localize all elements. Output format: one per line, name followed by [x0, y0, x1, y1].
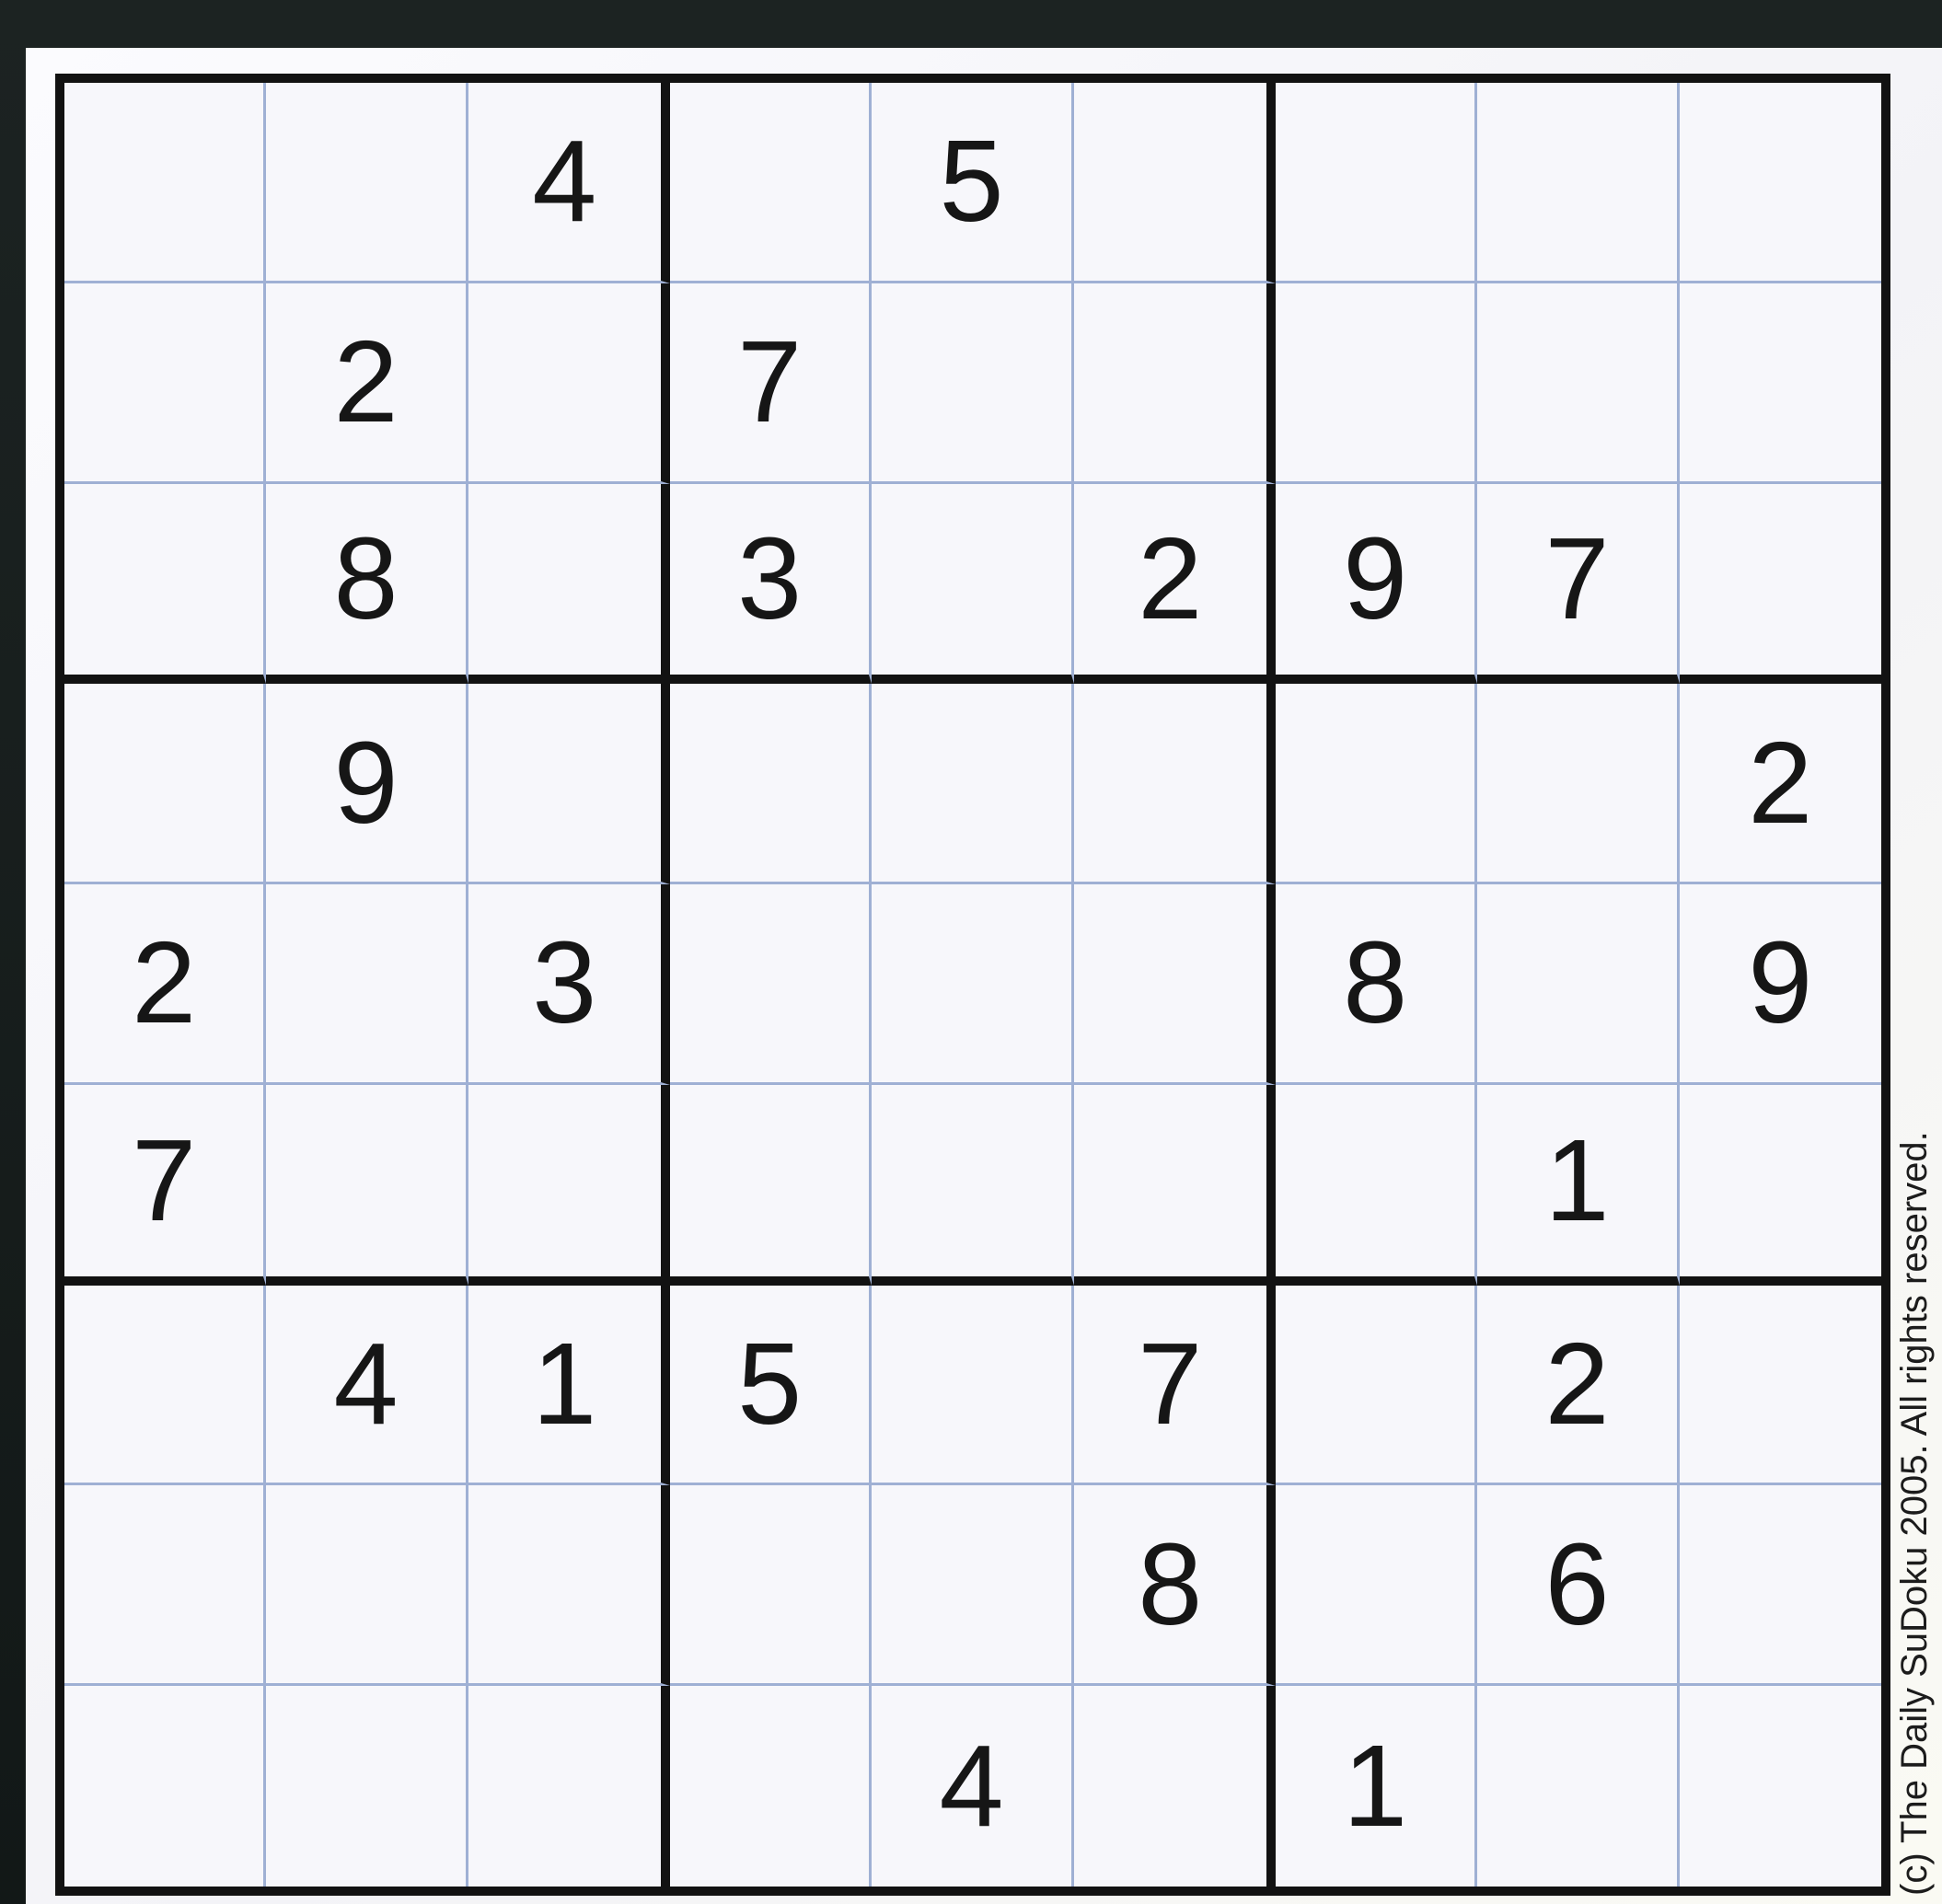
- sudoku-cell-r2c2[interactable]: 2: [266, 283, 468, 484]
- sudoku-cell-r3c6[interactable]: 2: [1073, 483, 1276, 685]
- sudoku-cell-r4c7[interactable]: [1275, 684, 1478, 885]
- sudoku-cell-r4c5[interactable]: [872, 684, 1074, 885]
- sudoku-cell-r4c6[interactable]: [1073, 684, 1276, 885]
- sudoku-cell-r6c6[interactable]: [1073, 1084, 1276, 1286]
- sudoku-cell-r5c3[interactable]: 3: [468, 884, 670, 1085]
- sudoku-cell-r6c5[interactable]: [872, 1084, 1074, 1286]
- sudoku-cell-r2c8[interactable]: [1477, 283, 1680, 484]
- sudoku-cell-r8c1[interactable]: [64, 1485, 267, 1687]
- sudoku-cell-r3c3[interactable]: [468, 483, 670, 685]
- sudoku-cell-r9c5[interactable]: 4: [872, 1686, 1074, 1887]
- sudoku-cell-r8c3[interactable]: [468, 1485, 670, 1687]
- sudoku-cell-r5c2[interactable]: [266, 884, 468, 1085]
- sudoku-cell-r5c5[interactable]: [872, 884, 1074, 1085]
- sudoku-cell-r1c2[interactable]: [266, 83, 468, 283]
- sudoku-cell-r5c7[interactable]: 8: [1275, 884, 1478, 1085]
- sudoku-cell-r6c8[interactable]: 1: [1477, 1084, 1680, 1286]
- sudoku-cell-r2c9[interactable]: [1679, 283, 1881, 484]
- sudoku-cell-r9c3[interactable]: [468, 1686, 670, 1887]
- sudoku-cell-r8c7[interactable]: [1275, 1485, 1478, 1687]
- sudoku-cell-r2c1[interactable]: [64, 283, 267, 484]
- sudoku-cell-r6c2[interactable]: [266, 1084, 468, 1286]
- sudoku-cell-r3c7[interactable]: 9: [1275, 483, 1478, 685]
- sudoku-cell-r8c9[interactable]: [1679, 1485, 1881, 1687]
- sudoku-cell-r7c4[interactable]: 5: [669, 1285, 873, 1486]
- sudoku-cell-r1c9[interactable]: [1679, 83, 1881, 283]
- sudoku-cell-r9c6[interactable]: [1074, 1686, 1276, 1887]
- sudoku-cell-r8c6[interactable]: 8: [1073, 1485, 1276, 1687]
- sudoku-cell-r7c6[interactable]: 7: [1073, 1285, 1276, 1486]
- sudoku-cell-r6c3[interactable]: [468, 1084, 670, 1286]
- sudoku-cell-r2c6[interactable]: [1073, 283, 1276, 484]
- sudoku-cell-r6c4[interactable]: [669, 1084, 873, 1286]
- sudoku-cell-r3c8[interactable]: 7: [1477, 483, 1680, 685]
- sudoku-cell-r4c1[interactable]: [64, 684, 267, 885]
- sudoku-cell-r9c1[interactable]: [64, 1686, 267, 1887]
- sudoku-cell-r6c9[interactable]: [1679, 1085, 1881, 1286]
- sudoku-cell-r3c4[interactable]: 3: [669, 483, 873, 685]
- sudoku-cell-r6c1[interactable]: 7: [64, 1084, 267, 1286]
- sudoku-cell-r7c3[interactable]: 1: [468, 1285, 670, 1486]
- sudoku-cell-r2c5[interactable]: [872, 283, 1074, 484]
- sudoku-cell-r8c5[interactable]: [872, 1485, 1074, 1687]
- sudoku-cell-r2c4[interactable]: 7: [669, 283, 873, 484]
- sudoku-cell-r1c6[interactable]: [1073, 83, 1276, 283]
- sudoku-cell-r5c4[interactable]: [669, 884, 873, 1085]
- sudoku-cell-r5c8[interactable]: [1477, 884, 1680, 1085]
- sudoku-cell-r3c5[interactable]: [872, 483, 1074, 685]
- sudoku-cell-r4c3[interactable]: [468, 684, 670, 885]
- sudoku-cell-r2c3[interactable]: [468, 283, 670, 484]
- sudoku-cell-r9c2[interactable]: [266, 1686, 468, 1887]
- sudoku-cell-r4c8[interactable]: [1477, 684, 1680, 885]
- sudoku-cell-r2c7[interactable]: [1275, 283, 1478, 484]
- copyright-notice: (c) The Daily SuDoku 2005. All rights re…: [1894, 1131, 1935, 1896]
- sudoku-cell-r9c8[interactable]: [1477, 1686, 1680, 1887]
- sudoku-cell-r5c1[interactable]: 2: [64, 884, 267, 1085]
- sudoku-cell-r9c9[interactable]: [1680, 1686, 1881, 1887]
- sudoku-cell-r5c6[interactable]: [1073, 884, 1276, 1085]
- sudoku-cell-r9c7[interactable]: 1: [1276, 1686, 1478, 1887]
- sudoku-cell-r7c5[interactable]: [872, 1285, 1074, 1486]
- sudoku-cell-r1c5[interactable]: 5: [872, 83, 1074, 283]
- sudoku-cell-r3c2[interactable]: 8: [266, 483, 468, 685]
- sudoku-cell-r6c7[interactable]: [1275, 1084, 1478, 1286]
- sudoku-cell-r4c9[interactable]: 2: [1679, 684, 1881, 885]
- sudoku-cell-r1c8[interactable]: [1477, 83, 1680, 283]
- sudoku-cell-r5c9[interactable]: 9: [1679, 884, 1881, 1085]
- sudoku-cell-r7c9[interactable]: [1679, 1286, 1881, 1486]
- sudoku-cell-r8c4[interactable]: [669, 1485, 873, 1687]
- sudoku-cell-r7c2[interactable]: 4: [266, 1285, 468, 1486]
- sudoku-cell-r7c8[interactable]: 2: [1477, 1285, 1680, 1486]
- sudoku-cell-r7c1[interactable]: [64, 1285, 267, 1486]
- sudoku-cell-r4c4[interactable]: [669, 684, 873, 885]
- sudoku-board: 45278329792238971415728641: [55, 74, 1890, 1896]
- sudoku-cell-r3c1[interactable]: [64, 483, 267, 685]
- sudoku-cell-r7c7[interactable]: [1275, 1285, 1478, 1486]
- sudoku-cell-r1c1[interactable]: [64, 83, 267, 283]
- sudoku-cell-r1c3[interactable]: 4: [468, 83, 670, 283]
- sudoku-cell-r9c4[interactable]: [670, 1686, 873, 1887]
- sudoku-cell-r1c4[interactable]: [669, 83, 873, 283]
- sudoku-cell-r4c2[interactable]: 9: [266, 684, 468, 885]
- sudoku-cell-r1c7[interactable]: [1275, 83, 1478, 283]
- sudoku-cell-r8c2[interactable]: [266, 1485, 468, 1687]
- photo-background: 45278329792238971415728641 (c) The Daily…: [0, 0, 1942, 1904]
- sudoku-cell-r8c8[interactable]: 6: [1477, 1485, 1680, 1687]
- sudoku-cell-r3c9[interactable]: [1679, 484, 1881, 685]
